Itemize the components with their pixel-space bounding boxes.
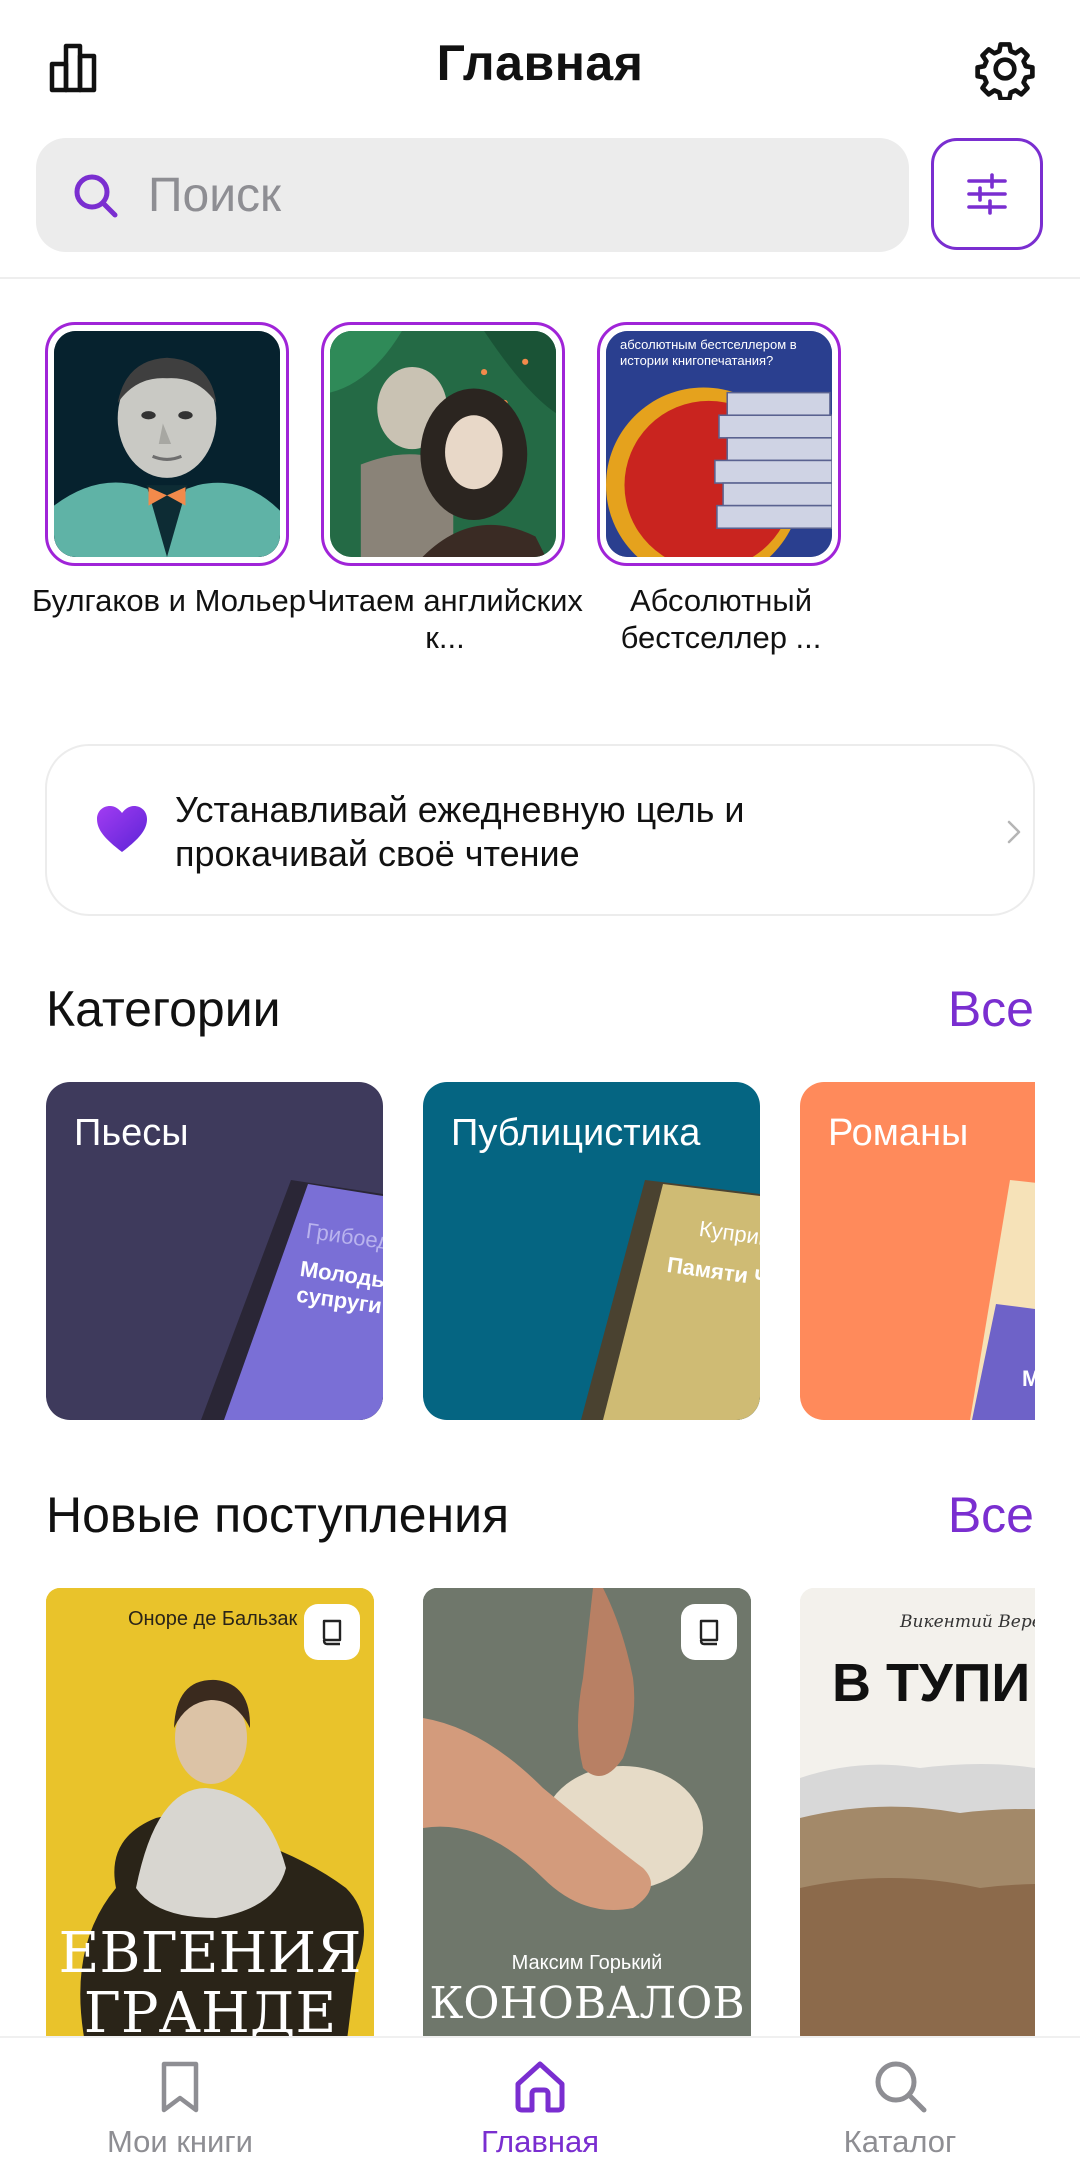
goal-banner-text: Устанавливай ежедневную цель и прокачива… (175, 789, 745, 874)
category-card[interactable]: Грибоедов Молодые супруги Пьесы (46, 1082, 383, 1420)
book-author: Викентий Вересаев (900, 1612, 1035, 1632)
ebook-badge (304, 1604, 360, 1660)
gear-icon (975, 42, 1035, 102)
category-book-title: М (1022, 1366, 1035, 1391)
category-label: Пьесы (74, 1112, 189, 1154)
categories-title: Категории (46, 981, 281, 1037)
search-box[interactable] (36, 138, 909, 252)
filter-button[interactable] (931, 138, 1043, 250)
settings-button[interactable] (974, 38, 1036, 102)
story-thumbnail (54, 331, 280, 557)
story-label: Булгаков и Мольер (31, 583, 307, 618)
bottom-navigation: Мои книги Главная Каталог (0, 2036, 1080, 2182)
nav-my-books[interactable]: Мои книги (50, 2038, 310, 2182)
story-thumbnail (330, 331, 556, 557)
bookmark-icon (161, 2061, 199, 2113)
search-icon (875, 2061, 927, 2113)
category-card[interactable]: Куприн Памяти Ч Публицистика (423, 1082, 760, 1420)
book-author: Максим Горький (511, 1952, 663, 1974)
home-icon (515, 2061, 565, 2113)
ebook-badge (681, 1604, 737, 1660)
nav-label: Мои книги (107, 2124, 253, 2159)
book-card[interactable]: Оноре де Бальзак ЕВГЕНИЯ ГРАНДЕ (46, 1588, 374, 2038)
portrait-illustration (330, 331, 556, 557)
new-arrivals-row: Оноре де Бальзак ЕВГЕНИЯ ГРАНДЕ Максим Г… (46, 1588, 1035, 2038)
book-icon (699, 1619, 719, 1646)
nav-label: Главная (481, 2124, 599, 2159)
book-author: Оноре де Бальзак (128, 1608, 298, 1630)
story-label: Читаем английских к... (307, 583, 583, 655)
nav-label: Каталог (843, 2124, 957, 2159)
category-card[interactable]: М Романы (800, 1082, 1035, 1420)
book-card[interactable]: Максим Горький КОНОВАЛОВ (423, 1588, 751, 2038)
page-title: Главная (436, 35, 644, 91)
portrait-illustration (54, 331, 280, 557)
stories-row: Булгаков и Мольер Читаем английских к... (0, 322, 1080, 662)
story-label: Абсолютный бестселлер ... (620, 583, 822, 655)
book-title: КОНОВАЛОВ (429, 1978, 745, 2029)
book-title: В ТУПИ (832, 1653, 1031, 1713)
categories-all-link[interactable]: Все (948, 980, 1034, 1038)
daily-goal-banner[interactable]: Устанавливай ежедневную цель и прокачива… (45, 744, 1035, 916)
category-label: Публицистика (451, 1112, 701, 1154)
nav-catalog[interactable]: Каталог (770, 2038, 1030, 2182)
book-card[interactable]: Викентий Вересаев В ТУПИ (800, 1588, 1035, 2038)
chevron-right-icon (1007, 820, 1021, 844)
book-icon (322, 1619, 342, 1646)
story-ring (45, 322, 289, 566)
search-row (0, 138, 1080, 254)
search-input[interactable] (148, 162, 868, 228)
category-label: Романы (828, 1112, 969, 1154)
story-cover-caption: абсолютным бестселлером в истории книгоп… (620, 337, 797, 368)
new-arrivals-all-link[interactable]: Все (948, 1486, 1034, 1544)
nav-home[interactable]: Главная (410, 2038, 670, 2182)
story-ring (321, 322, 565, 566)
header-divider (0, 277, 1080, 279)
categories-row: Грибоедов Молодые супруги Пьесы Куприн П… (46, 1082, 1035, 1422)
top-bar: Главная (0, 0, 1080, 132)
book-title: ЕВГЕНИЯ ГРАНДЕ (58, 1921, 362, 2039)
heart-icon (97, 806, 147, 852)
story-ring: абсолютным бестселлером в истории книгоп… (597, 322, 841, 566)
search-icon (74, 174, 118, 218)
new-arrivals-title: Новые поступления (46, 1487, 510, 1543)
sliders-icon (967, 173, 1007, 215)
story-thumbnail: абсолютным бестселлером в истории книгоп… (606, 331, 832, 557)
